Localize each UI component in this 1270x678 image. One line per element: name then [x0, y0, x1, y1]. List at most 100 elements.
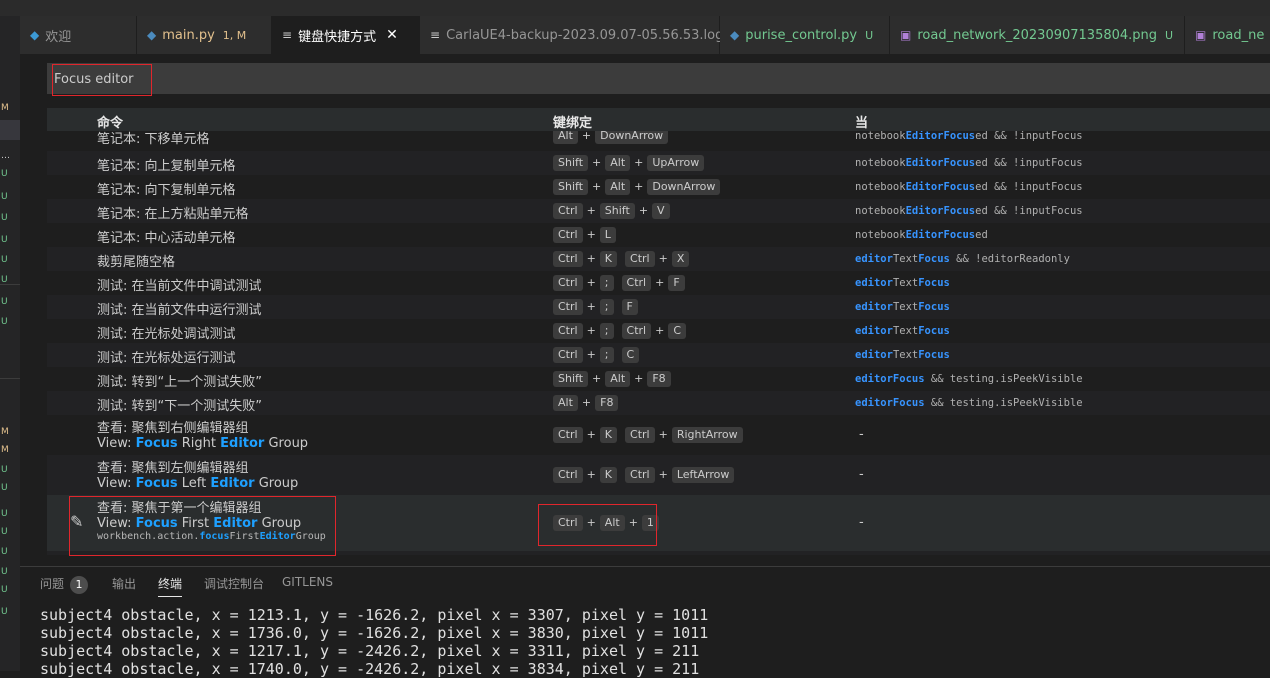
key-cap: ;: [599, 323, 614, 339]
key-cap: Ctrl: [625, 251, 655, 267]
plain-text: notebook: [855, 131, 906, 142]
plain-text: ed: [975, 229, 988, 241]
highlight-text: Editor: [905, 157, 944, 169]
highlight-text: Editor: [905, 131, 944, 142]
tab-label: road_ne: [1212, 27, 1265, 43]
keybinding-row[interactable]: 裁剪尾随空格 Ctrl + K Ctrl + XeditorTextFocus && !ed…: [47, 247, 1270, 271]
close-icon[interactable]: ✕: [386, 27, 398, 43]
key-cap: DownArrow: [595, 131, 669, 144]
keybinding-row[interactable]: 笔记本: 下移单元格 Alt + DownArrow notebookEditorFoc…: [47, 131, 1270, 148]
plus-sign: +: [586, 300, 596, 313]
keybinding-row[interactable]: 查看: 聚焦于第一个编辑器组 View: Focus First Editor G…: [47, 495, 1270, 551]
plus-sign: +: [581, 396, 592, 409]
when-clause: editorTextFocus: [855, 301, 950, 313]
terminal-line: subject4 obstacle, x = 1736.0, y = -1626…: [40, 624, 709, 642]
highlight-text: Editor: [210, 476, 255, 491]
tab-welcome[interactable]: ◆ 欢迎: [20, 16, 137, 54]
command-title: 查看: 聚焦到左侧编辑器组: [97, 461, 249, 476]
when-column-header[interactable]: 当: [855, 112, 868, 131]
highlight-text: editor: [855, 325, 893, 337]
plus-sign: +: [592, 180, 602, 193]
keybinding-row[interactable]: 笔记本: 在上方粘贴单元格 Ctrl + Shift + VnotebookEditorF…: [47, 199, 1270, 223]
command-label: 查看: 聚焦到左侧编辑器组 View: Focus Left Editor Gro…: [97, 457, 298, 491]
key-cap: Ctrl: [553, 203, 583, 219]
terminal-output[interactable]: subject4 obstacle, x = 1213.1, y = -1626…: [40, 606, 708, 678]
key-cap: V: [652, 203, 670, 219]
key-cap: L: [599, 227, 616, 243]
image-file-icon: ▣: [1195, 28, 1207, 42]
keybinding-row[interactable]: 查看: 在边上述编辑器组: [47, 551, 1270, 555]
keybinding-keys: Ctrl +; C: [553, 347, 640, 363]
explorer-status-mark: U: [1, 509, 8, 519]
key-cap: LeftArrow: [671, 467, 735, 483]
tab-keyboard-shortcuts[interactable]: ≡ 键盘快捷方式 ✕: [272, 16, 420, 54]
explorer-status-mark: U: [1, 585, 8, 595]
tab-main-py[interactable]: ◆ main.py 1, M: [137, 16, 272, 54]
explorer-status-mark: U: [1, 192, 8, 202]
gutter-divider: [0, 378, 20, 379]
keybinding-keys: Ctrl + K Ctrl + X: [553, 251, 690, 267]
panel-tab-gitlens[interactable]: GITLENS: [282, 575, 333, 589]
explorer-status-mark: U: [1, 465, 8, 475]
file-code-icon: ◆: [30, 28, 40, 42]
plain-text: notebook: [855, 205, 906, 217]
tab-purise-control[interactable]: ◆ purise_control.py U: [720, 16, 890, 54]
keybinding-row[interactable]: 测试: 转到“下一个测试失败” Alt + F8 editorFocus && test…: [47, 391, 1270, 415]
keybinding-row[interactable]: 测试: 转到“上一个测试失败” Shift + Alt + F8 editorFocus &…: [47, 367, 1270, 391]
key-cap: X: [671, 251, 690, 267]
keybinding-row[interactable]: 测试: 在光标处调试测试 Ctrl +; Ctrl + CeditorTextFocus: [47, 319, 1270, 343]
panel-tab-debug-console[interactable]: 调试控制台: [204, 575, 264, 592]
keybinding-row[interactable]: 查看: 聚焦到左侧编辑器组 View: Focus Left Editor Gro…: [47, 455, 1270, 495]
keybinding-search-box[interactable]: [47, 63, 1270, 96]
keybinding-row[interactable]: 测试: 在当前文件中调试测试 Ctrl +; Ctrl + FeditorTextFocu…: [47, 271, 1270, 295]
key-cap: Ctrl: [621, 323, 652, 339]
tab-road-network-png[interactable]: ▣ road_network_20230907135804.png U: [890, 16, 1185, 54]
edit-pencil-icon[interactable]: ✎: [70, 512, 83, 531]
tab-status-badge: U: [1165, 28, 1174, 42]
when-clause: notebookEditorFocused && !inputFocus: [855, 157, 1083, 169]
key-cap: Alt: [605, 371, 631, 387]
keybinding-search-input[interactable]: [52, 63, 556, 96]
plus-sign: +: [586, 276, 596, 289]
plus-sign: +: [634, 180, 644, 193]
plain-text: notebook: [855, 229, 906, 241]
keybinding-row[interactable]: 笔记本: 向下复制单元格 Shift + Alt + DownArrow notebookE…: [47, 175, 1270, 199]
keybinding-row[interactable]: 测试: 在光标处运行测试 Ctrl +; CeditorTextFocus: [47, 343, 1270, 367]
command-label: 笔记本: 向下复制单元格: [97, 183, 236, 198]
keybinding-row[interactable]: 测试: 在当前文件中运行测试 Ctrl +; FeditorTextFocus: [47, 295, 1270, 319]
tab-carla-log[interactable]: ≡ CarlaUE4-backup-2023.09.07-05.56.53.log: [420, 16, 723, 54]
command-label: 测试: 在当前文件中调试测试: [97, 279, 262, 294]
when-clause: -: [859, 427, 864, 442]
bottom-panel-tabs: 问题 1 输出 终端 调试控制台 GITLENS: [20, 566, 1270, 599]
plus-sign: +: [586, 324, 596, 337]
plus-sign: +: [592, 156, 602, 169]
panel-tab-problems[interactable]: 问题 1: [40, 575, 89, 594]
panel-tab-output[interactable]: 输出: [112, 575, 136, 592]
tab-status-badge: U: [865, 28, 874, 42]
keybinding-column-header[interactable]: 键绑定: [553, 112, 592, 131]
plain-text: Left: [177, 476, 211, 491]
keybinding-row[interactable]: 笔记本: 中心活动单元格 Ctrl + LnotebookEditorFocused: [47, 223, 1270, 247]
keybinding-row[interactable]: 查看: 聚焦到右侧编辑器组 View: Focus Right Editor Gr…: [47, 415, 1270, 455]
plain-text: Text: [892, 277, 919, 289]
key-cap: Alt: [605, 155, 631, 171]
panel-tab-label: GITLENS: [282, 575, 334, 589]
key-cap: ;: [599, 299, 614, 315]
tab-road-ne[interactable]: ▣ road_ne: [1185, 16, 1270, 54]
key-cap: ;: [599, 347, 614, 363]
highlight-text: Editor: [259, 531, 296, 542]
command-english-title: View: Focus First Editor Group: [97, 516, 326, 531]
keybinding-keys: Alt + DownArrow: [553, 131, 669, 144]
keybinding-keys: Ctrl + Shift + V: [553, 203, 670, 219]
keybinding-row[interactable]: 笔记本: 向上复制单元格 Shift + Alt + UpArrow notebookEdi…: [47, 151, 1270, 175]
panel-tab-terminal[interactable]: 终端: [158, 575, 183, 597]
command-label: 裁剪尾随空格: [97, 255, 176, 270]
command-column-header[interactable]: 命令: [97, 112, 123, 131]
plain-text: notebook: [855, 181, 906, 193]
keybindings-table: 笔记本: 下移单元格 Alt + DownArrow notebookEditorFoc…: [47, 131, 1270, 555]
file-code-icon: ◆: [730, 28, 740, 42]
highlight-text: Editor: [213, 516, 258, 531]
highlight-text: Focus: [943, 181, 976, 193]
command-title: 查看: 聚焦到右侧编辑器组: [97, 421, 249, 436]
explorer-status-mark: U: [1, 235, 8, 245]
